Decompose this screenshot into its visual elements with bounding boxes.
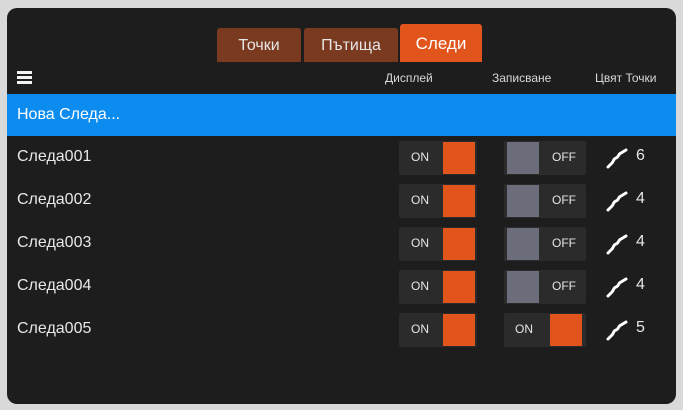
display-toggle-switch[interactable] bbox=[443, 142, 475, 174]
display-toggle-switch[interactable] bbox=[443, 185, 475, 217]
track-squiggle-icon bbox=[605, 146, 629, 170]
recording-state-label: OFF bbox=[552, 150, 576, 164]
display-state-label: ON bbox=[411, 150, 429, 164]
track-point-count: 4 bbox=[636, 276, 645, 293]
display-state-label: ON bbox=[411, 322, 429, 336]
tab-waypoints[interactable]: Точки bbox=[217, 28, 301, 62]
display-toggle-switch[interactable] bbox=[443, 228, 475, 260]
track-name: Следа002 bbox=[17, 191, 92, 208]
display-toggle-switch[interactable] bbox=[443, 314, 475, 346]
recording-toggle-switch[interactable] bbox=[507, 228, 539, 260]
track-point-count: 4 bbox=[636, 233, 645, 250]
hamburger-menu-icon[interactable] bbox=[17, 71, 32, 85]
recording-state-label: OFF bbox=[552, 193, 576, 207]
recording-toggle-switch[interactable] bbox=[550, 314, 582, 346]
tracks-panel: Точки Пътища Следи Дисплей Записване Цвя… bbox=[7, 8, 676, 404]
track-point-count: 6 bbox=[636, 147, 645, 164]
recording-state-label: ON bbox=[515, 322, 533, 336]
track-name: Следа005 bbox=[17, 320, 92, 337]
display-toggle-switch[interactable] bbox=[443, 271, 475, 303]
track-name: Следа004 bbox=[17, 277, 92, 294]
column-header: Дисплей Записване Цвят Точки bbox=[7, 62, 676, 94]
track-row[interactable]: Следа004 ON OFF 4 bbox=[7, 265, 676, 308]
new-track-label: Нова Следа... bbox=[17, 106, 121, 123]
track-name: Следа003 bbox=[17, 234, 92, 251]
track-row[interactable]: Следа002 ON OFF 4 bbox=[7, 179, 676, 222]
tab-tracks[interactable]: Следи bbox=[400, 24, 482, 62]
recording-toggle-switch[interactable] bbox=[507, 271, 539, 303]
track-squiggle-icon bbox=[605, 232, 629, 256]
tab-bar: Точки Пътища Следи bbox=[7, 18, 676, 62]
recording-state-label: OFF bbox=[552, 279, 576, 293]
track-row[interactable]: Следа005 ON ON 5 bbox=[7, 308, 676, 351]
column-display: Дисплей bbox=[385, 71, 433, 85]
track-squiggle-icon bbox=[605, 275, 629, 299]
display-state-label: ON bbox=[411, 193, 429, 207]
recording-toggle-switch[interactable] bbox=[507, 185, 539, 217]
display-state-label: ON bbox=[411, 236, 429, 250]
recording-toggle-switch[interactable] bbox=[507, 142, 539, 174]
tab-routes[interactable]: Пътища bbox=[304, 28, 398, 62]
display-state-label: ON bbox=[411, 279, 429, 293]
track-squiggle-icon bbox=[605, 318, 629, 342]
track-squiggle-icon bbox=[605, 189, 629, 213]
track-row[interactable]: Следа001 ON OFF 6 bbox=[7, 136, 676, 179]
new-track-row[interactable]: Нова Следа... bbox=[7, 94, 676, 136]
recording-state-label: OFF bbox=[552, 236, 576, 250]
track-point-count: 5 bbox=[636, 319, 645, 336]
track-point-count: 4 bbox=[636, 190, 645, 207]
track-name: Следа001 bbox=[17, 148, 92, 165]
track-row[interactable]: Следа003 ON OFF 4 bbox=[7, 222, 676, 265]
column-color-points: Цвят Точки bbox=[595, 71, 657, 85]
column-recording: Записване bbox=[492, 71, 552, 85]
